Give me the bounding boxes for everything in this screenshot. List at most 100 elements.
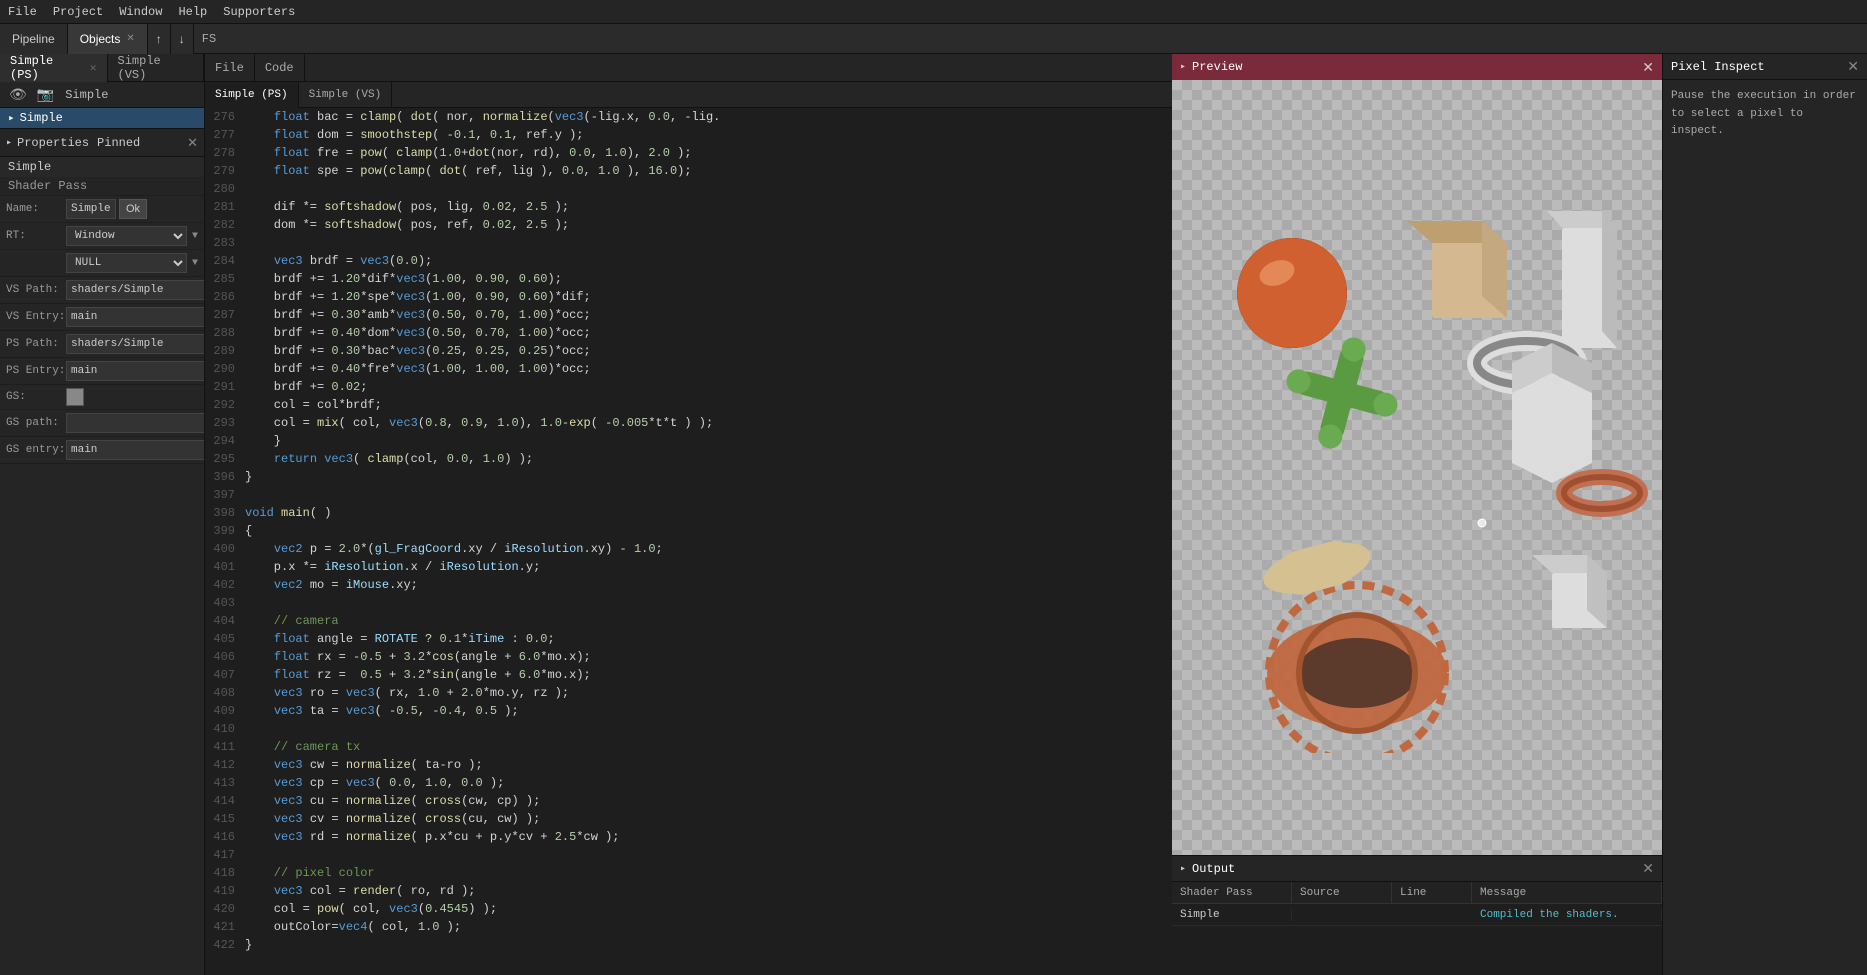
prop-vsentry-input[interactable] [66, 307, 204, 327]
file-tab-simple-vs[interactable]: Simple (VS) [299, 82, 393, 108]
eye-icon-btn[interactable]: 👁 [6, 86, 30, 103]
prop-name-row: Name: Ok [0, 196, 204, 223]
code-tabs: File Code [205, 54, 1172, 82]
props-close-btn[interactable]: ✕ [187, 135, 198, 151]
line-number: 399 [205, 524, 245, 538]
line-code: } [245, 938, 252, 952]
line-number: 404 [205, 614, 245, 628]
pixel-inspect-close-btn[interactable]: ✕ [1847, 58, 1859, 75]
menu-help[interactable]: Help [178, 5, 207, 19]
main-layout: Simple (PS) ✕ Simple (VS) 👁 📷 Simple ▸ S… [0, 54, 1867, 975]
file-tab-row: Simple (PS) Simple (VS) [205, 82, 1172, 108]
code-line: 415 vec3 cv = normalize( cross(cu, cw) )… [205, 810, 1172, 828]
props-section-simple: Simple [0, 157, 204, 177]
prop-psentry-value [66, 361, 204, 381]
menu-supporters[interactable]: Supporters [223, 5, 295, 19]
line-number: 419 [205, 884, 245, 898]
code-line: 289 brdf += 0.30*bac*vec3(0.25, 0.25, 0.… [205, 342, 1172, 360]
pixel-inspect-title: Pixel Inspect [1671, 60, 1765, 74]
preview-header: ▸ Preview ✕ [1172, 54, 1662, 80]
prop-name-input[interactable] [66, 199, 116, 219]
prop-name-ok-btn[interactable]: Ok [119, 199, 147, 219]
prop-gsentry-input[interactable] [66, 440, 204, 460]
prop-pspath-row: PS Path: ... [0, 331, 204, 358]
prop-psentry-input[interactable] [66, 361, 204, 381]
code-line: 402 vec2 mo = iMouse.xy; [205, 576, 1172, 594]
code-line: 280 [205, 180, 1172, 198]
line-number: 409 [205, 704, 245, 718]
line-number: 407 [205, 668, 245, 682]
tab-objects-close[interactable]: ✕ [126, 33, 134, 44]
tree-item-simple[interactable]: ▸ Simple [0, 108, 204, 128]
code-line: 281 dif *= softshadow( pos, lig, 0.02, 2… [205, 198, 1172, 216]
prop-psentry-label: PS Entry: [6, 365, 66, 377]
prop-vspath-label: VS Path: [6, 284, 66, 296]
camera-icon-btn[interactable]: 📷 [34, 86, 57, 103]
code-tab-code[interactable]: Code [255, 54, 305, 82]
line-code: col = pow( col, vec3(0.4545) ); [245, 902, 497, 916]
center-panel: File Code Simple (PS) Simple (VS) 276 fl… [205, 54, 1172, 975]
line-number: 411 [205, 740, 245, 754]
prop-name-value: Ok [66, 199, 198, 219]
tab-simple-vs[interactable]: Simple (VS) [108, 54, 204, 82]
line-code: p.x *= iResolution.x / iResolution.y; [245, 560, 540, 574]
output-close-btn[interactable]: ✕ [1642, 860, 1654, 877]
preview-close-btn[interactable]: ✕ [1642, 59, 1654, 76]
prop-vspath-input[interactable] [66, 280, 204, 300]
line-number: 400 [205, 542, 245, 556]
line-code: vec3 cw = normalize( ta-ro ); [245, 758, 483, 772]
line-number: 416 [205, 830, 245, 844]
line-code: vec2 mo = iMouse.xy; [245, 578, 418, 592]
line-number: 403 [205, 596, 245, 610]
code-line: 409 vec3 ta = vec3( -0.5, -0.4, 0.5 ); [205, 702, 1172, 720]
prop-gsentry-value [66, 440, 204, 460]
line-number: 412 [205, 758, 245, 772]
output-col-source: Source [1292, 882, 1392, 903]
prop-vspath-value: ... [66, 280, 204, 300]
preview-panel: ▸ Preview ✕ [1172, 54, 1662, 855]
line-code [245, 488, 252, 502]
prop-pspath-input[interactable] [66, 334, 204, 354]
tab-simple-ps[interactable]: Simple (PS) ✕ [0, 54, 108, 82]
tab-pipeline[interactable]: Pipeline [0, 24, 68, 54]
line-code [245, 596, 252, 610]
line-number: 290 [205, 362, 245, 376]
prop-gs-row: GS: [0, 385, 204, 410]
code-line: 397 [205, 486, 1172, 504]
prop-gspath-input[interactable] [66, 413, 204, 433]
line-number: 276 [205, 110, 245, 124]
line-code: brdf += 0.40*dom*vec3(0.50, 0.70, 1.00)*… [245, 326, 591, 340]
code-tab-file[interactable]: File [205, 54, 255, 82]
menu-file[interactable]: File [8, 5, 37, 19]
tab-objects[interactable]: Objects ✕ [68, 24, 148, 54]
code-line: 288 brdf += 0.40*dom*vec3(0.50, 0.70, 1.… [205, 324, 1172, 342]
line-number: 286 [205, 290, 245, 304]
line-number: 406 [205, 650, 245, 664]
prop-rt-row: RT: Window ▼ [0, 223, 204, 250]
tab-simple-ps-close[interactable]: ✕ [90, 61, 97, 75]
right-panel: ▸ Preview ✕ [1172, 54, 1662, 975]
prop-rtnull-row: NULL ▼ [0, 250, 204, 277]
code-area[interactable]: 276 float bac = clamp( dot( nor, normali… [205, 108, 1172, 975]
line-number: 294 [205, 434, 245, 448]
preview-canvas [1172, 80, 1662, 855]
line-code: brdf += 1.20*spe*vec3(1.00, 0.90, 0.60)*… [245, 290, 591, 304]
menu-project[interactable]: Project [53, 5, 103, 19]
line-number: 282 [205, 218, 245, 232]
code-line: 410 [205, 720, 1172, 738]
code-line: 406 float rx = -0.5 + 3.2*cos(angle + 6.… [205, 648, 1172, 666]
prop-rtnull-dropdown[interactable]: NULL [66, 253, 187, 273]
menu-window[interactable]: Window [119, 5, 162, 19]
props-tri: ▸ [6, 137, 12, 149]
code-line: 291 brdf += 0.02; [205, 378, 1172, 396]
arrow-down[interactable]: ↓ [171, 24, 194, 54]
left-toolbar: 👁 📷 Simple [0, 82, 204, 108]
prop-rt-dropdown[interactable]: Window [66, 226, 187, 246]
prop-rt-value: Window ▼ [66, 226, 198, 246]
prop-gspath-value: ... [66, 413, 204, 433]
line-code: { [245, 524, 252, 538]
output-col-header: Shader Pass Source Line Message [1172, 882, 1662, 904]
props-subsection-shaderpass: Shader Pass [0, 177, 204, 196]
arrow-up[interactable]: ↑ [148, 24, 171, 54]
file-tab-simple-ps[interactable]: Simple (PS) [205, 82, 299, 108]
